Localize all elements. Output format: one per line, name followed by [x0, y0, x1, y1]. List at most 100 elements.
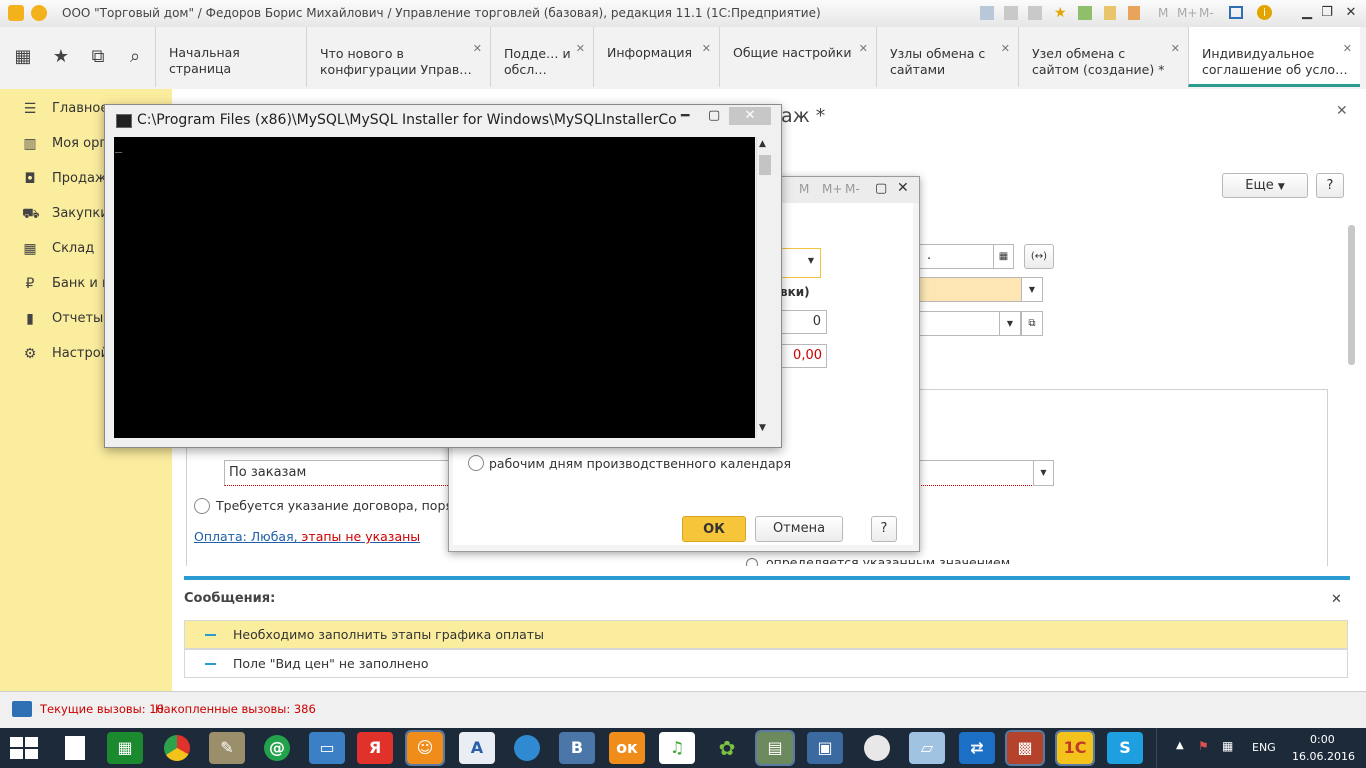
price-type-dropdown-icon[interactable]: ▼ — [1021, 277, 1043, 302]
dialog-close-icon[interactable]: ✕ — [897, 180, 909, 196]
notes-icon[interactable]: ▱ — [909, 732, 945, 764]
close-tab-icon[interactable]: ✕ — [702, 41, 711, 57]
date-field[interactable]: . — [916, 244, 994, 269]
info-icon[interactable]: i — [1257, 5, 1272, 20]
network-icon[interactable]: ▭ — [309, 732, 345, 764]
memory-mplus-button[interactable]: M+ — [1177, 6, 1197, 20]
main-menu-icon[interactable] — [31, 5, 47, 21]
history-icon[interactable]: ⧉ — [80, 27, 116, 87]
vk-icon[interactable]: B — [559, 732, 595, 764]
tray-time[interactable]: 0:00 — [1310, 733, 1335, 746]
tray-date[interactable]: 16.06.2016 — [1292, 750, 1355, 763]
console-scrollbar-thumb[interactable] — [759, 155, 771, 175]
tray-network-icon[interactable]: ⚑ — [1198, 739, 1209, 753]
word-icon[interactable]: A — [459, 732, 495, 764]
close-tab-icon[interactable]: ✕ — [1001, 41, 1010, 57]
tab-exchange-nodes[interactable]: Узлы обмена с сайтами ✕ — [876, 27, 1018, 87]
close-tab-icon[interactable]: ✕ — [473, 41, 482, 57]
print-icon[interactable] — [1004, 6, 1018, 20]
payment-terms-link[interactable]: Оплата: Любая, этапы не указаны — [194, 529, 420, 544]
tools-icon[interactable]: ✎ — [209, 732, 245, 764]
dialog-memory-m[interactable]: M — [799, 182, 809, 196]
contract-required-radio[interactable] — [194, 498, 210, 514]
console-output[interactable]: _ — [114, 137, 755, 438]
favorites-star-icon[interactable]: ★ — [43, 27, 79, 87]
minimize-button[interactable]: ▁ — [1296, 3, 1318, 23]
close-tab-icon[interactable]: ✕ — [1343, 41, 1352, 57]
tab-general-settings[interactable]: Общие настройки ✕ — [719, 27, 876, 87]
dialog-maximize-icon[interactable]: ▢ — [875, 181, 887, 196]
dialog-select-field[interactable]: ▼ — [779, 248, 821, 278]
panels-icon[interactable] — [1229, 6, 1243, 19]
icq-icon[interactable]: ✿ — [709, 732, 745, 764]
cancel-button[interactable]: Отмена — [755, 516, 843, 542]
price-type-field[interactable] — [916, 277, 1022, 302]
close-tab-icon[interactable]: ✕ — [576, 41, 585, 57]
open-icon[interactable]: ⧉ — [1021, 311, 1043, 336]
1c-icon[interactable]: 1С — [1055, 730, 1095, 766]
email-icon[interactable]: @ — [259, 732, 295, 764]
calendar-picker-icon[interactable]: ▦ — [993, 244, 1014, 269]
restore-button[interactable]: ❐ — [1316, 3, 1338, 23]
tab-exchange-node-create[interactable]: Узел обмена с сайтом (создание) * ✕ — [1018, 27, 1188, 87]
message-item[interactable]: Поле "Вид цен" не заполнено — [184, 649, 1348, 678]
scroll-down-icon[interactable]: ▼ — [759, 423, 766, 433]
days-count-field[interactable]: 0 — [779, 310, 827, 334]
skype-icon[interactable]: S — [1107, 732, 1143, 764]
console-close-button[interactable]: ✕ — [729, 107, 771, 125]
close-tab-icon[interactable]: ✕ — [1171, 41, 1180, 57]
start-button[interactable] — [10, 737, 38, 759]
link-icon[interactable] — [1078, 6, 1092, 20]
uc-browser-icon[interactable]: ☺ — [405, 730, 445, 766]
form-scrollbar-thumb[interactable] — [1348, 225, 1355, 365]
music-icon[interactable]: ♫ — [659, 732, 695, 764]
calendar-icon[interactable] — [1128, 6, 1140, 20]
dialog-memory-mminus[interactable]: M- — [845, 182, 860, 196]
tray-volume-icon[interactable]: ▦ — [1222, 739, 1233, 753]
tray-expand-icon[interactable]: ▲ — [1176, 740, 1184, 751]
ok-button[interactable]: ОК — [682, 516, 746, 542]
tab-support[interactable]: Подде… и обсл… ✕ — [490, 27, 593, 87]
search-icon[interactable]: ⌕ — [117, 27, 153, 87]
odnoklassniki-icon[interactable]: ок — [609, 732, 645, 764]
folder-icon[interactable]: ▤ — [755, 730, 795, 766]
form-close-icon[interactable]: ✕ — [1336, 103, 1348, 119]
close-button[interactable]: ✕ — [1340, 3, 1362, 23]
close-tab-icon[interactable]: ✕ — [859, 41, 868, 57]
save-icon[interactable] — [980, 6, 994, 20]
calculator-icon[interactable] — [1104, 6, 1116, 20]
teamviewer-icon[interactable]: ⇄ — [959, 732, 995, 764]
firewall-icon[interactable]: ▩ — [1005, 730, 1045, 766]
dialog-memory-mplus[interactable]: M+ — [822, 182, 842, 196]
payment-order-dropdown-icon[interactable]: ▼ — [1033, 460, 1054, 486]
tab-info[interactable]: Информация ✕ — [593, 27, 719, 87]
amount-field[interactable]: 0,00 — [779, 344, 827, 368]
clock-icon[interactable] — [859, 732, 895, 764]
form-help-button[interactable]: ? — [1316, 173, 1344, 198]
store-icon[interactable]: ▦ — [107, 732, 143, 764]
globe-icon[interactable] — [509, 732, 545, 764]
tab-home[interactable]: Начальная страница — [155, 27, 306, 87]
workdays-radio[interactable] — [468, 455, 484, 471]
messages-close-icon[interactable]: ✕ — [1331, 592, 1342, 607]
message-item[interactable]: Необходимо заполнить этапы графика оплат… — [184, 620, 1348, 649]
yandex-icon[interactable]: Я — [357, 732, 393, 764]
dialog-help-button[interactable]: ? — [871, 516, 897, 542]
sections-grid-icon[interactable]: ▦ — [5, 27, 41, 87]
tab-individual-agreement[interactable]: Индивидуальное соглашение об усло… ✕ — [1188, 27, 1360, 87]
memory-m-button[interactable]: M — [1158, 6, 1168, 20]
more-button[interactable]: Еще ▼ — [1222, 173, 1308, 198]
memory-mminus-button[interactable]: M- — [1199, 6, 1214, 20]
chrome-icon[interactable] — [159, 732, 195, 764]
console-maximize-button[interactable]: ▢ — [708, 108, 720, 123]
tab-whats-new[interactable]: Что нового в конфигурации Управ… ✕ — [306, 27, 490, 87]
favorite-icon[interactable]: ★ — [1054, 5, 1067, 21]
display-icon[interactable]: ▣ — [807, 732, 843, 764]
preview-icon[interactable] — [1028, 6, 1042, 20]
console-minimize-button[interactable]: ━ — [681, 108, 689, 124]
currency-dropdown-icon[interactable]: ▼ — [999, 311, 1021, 336]
tray-language[interactable]: ENG — [1252, 741, 1276, 754]
file-icon[interactable] — [57, 732, 93, 764]
partial-radio[interactable] — [746, 558, 758, 566]
scroll-up-icon[interactable]: ▲ — [759, 139, 766, 149]
